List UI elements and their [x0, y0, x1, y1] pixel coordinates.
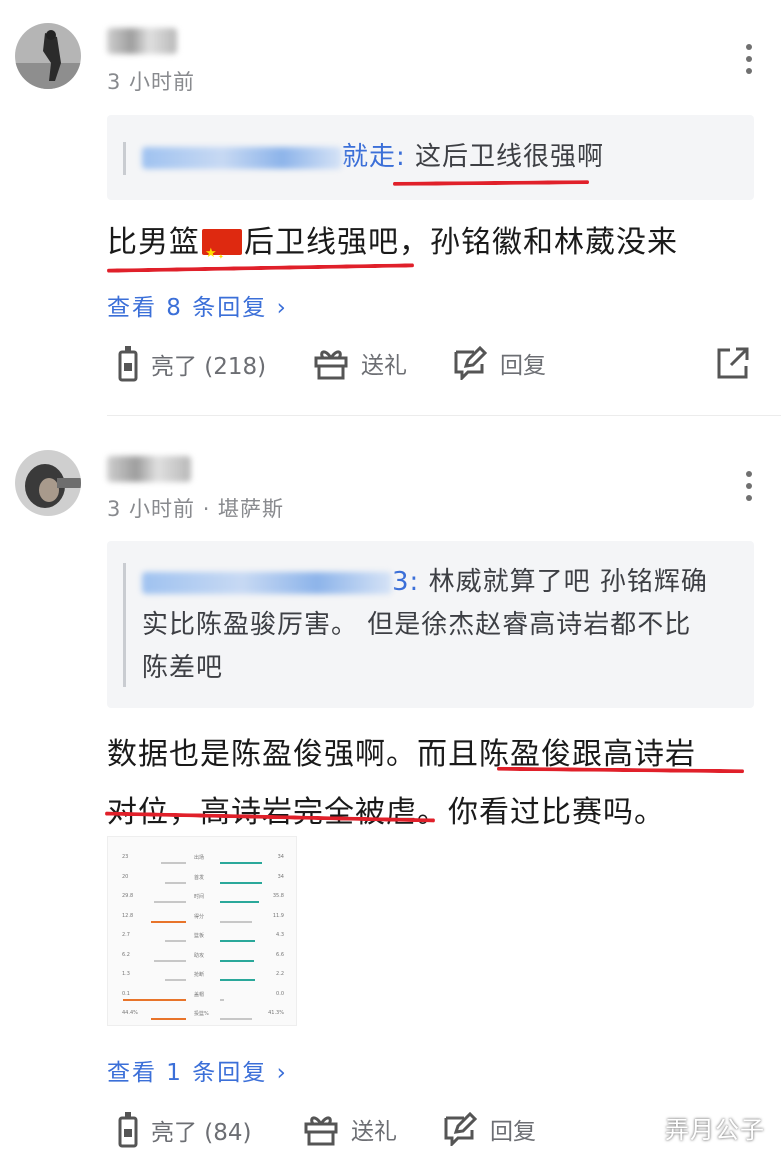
stats-right-bar: [220, 920, 252, 923]
view-replies-link[interactable]: 查看 8 条回复 ›: [107, 288, 288, 322]
stats-right-bar: [220, 901, 259, 903]
stats-right-bar: [220, 1018, 252, 1020]
like-button[interactable]: 亮了 (84): [117, 1112, 252, 1148]
stats-left-value: 44.4%: [122, 1010, 138, 1016]
stats-left-value: 2.7: [122, 932, 130, 938]
china-flag-icon: [202, 227, 242, 284]
stats-left-bar: [151, 1018, 186, 1020]
stats-right-value: 34: [277, 854, 284, 860]
stats-left-bar: [165, 881, 186, 884]
stats-left-bar: [165, 979, 186, 981]
stats-right-value: 6.6: [276, 951, 284, 958]
stats-left-bar: [123, 998, 186, 1001]
comment-2: 3 小时前 · 堪萨斯 3: 林威就算了吧 孙铭辉确 实比陈盈骏厉害。 但是徐杰…: [0, 416, 781, 1155]
stats-row: 6.2 助攻 6.6: [108, 949, 296, 965]
comment-1: 3 小时前 就走: 这后卫线很强啊 比男篮后卫线强吧，孙铭徽和林葳没来 查看 8…: [0, 0, 781, 415]
stats-left-value: 0.1: [122, 990, 130, 997]
gift-button[interactable]: 送礼: [303, 1112, 397, 1146]
stats-right-bar: [220, 940, 255, 942]
stats-right-value: 41.3%: [268, 1010, 284, 1016]
stats-right-bar: [220, 998, 224, 1001]
comment-content: 比男篮后卫线强吧，孙铭徽和林葳没来: [107, 216, 678, 284]
stats-right-value: 35.8: [272, 893, 284, 899]
quoted-comment[interactable]: 3: 林威就算了吧 孙铭辉确 实比陈盈骏厉害。 但是徐杰赵睿高诗岩都不比 陈差吧: [107, 541, 754, 708]
stats-right-bar: [220, 862, 262, 864]
more-options-icon[interactable]: [744, 44, 754, 80]
avatar-image: [15, 450, 81, 516]
quote-bar: [123, 563, 126, 687]
more-options-icon[interactable]: [744, 471, 754, 507]
stats-right-bar: [220, 959, 254, 962]
stats-left-value: 29.8: [122, 893, 134, 899]
stats-label: 出场: [194, 855, 205, 861]
stats-left-bar: [161, 862, 186, 864]
like-button[interactable]: 亮了 (218): [117, 346, 266, 382]
reply-icon: [454, 346, 488, 380]
stats-row: 0.1 盖帽 0.0: [108, 988, 296, 1004]
stats-left-value: 23: [122, 854, 129, 860]
gift-icon: [314, 350, 348, 380]
stats-left-bar: [154, 901, 186, 903]
stats-row: 1.3 抢断 2.2: [108, 968, 296, 984]
comment-time: 3 小时前: [107, 70, 196, 94]
stats-label: 时间: [194, 894, 205, 900]
stats-left-value: 12.8: [122, 912, 134, 919]
stats-right-bar: [220, 979, 255, 981]
stats-row: 12.8 得分 11.9: [108, 910, 296, 926]
share-icon: [717, 347, 749, 379]
reply-icon: [444, 1112, 478, 1146]
stats-row: 23 出场 34: [108, 851, 296, 867]
blurred-username: [107, 27, 177, 54]
share-button[interactable]: [716, 346, 750, 384]
stats-right-value: 4.3: [276, 932, 284, 938]
gift-icon: [304, 1116, 338, 1146]
like-icon: [118, 346, 138, 382]
stats-comparison-image[interactable]: 23 出场 34 20 首发 34 29.8 时间 35.8 12.8 得分 11.9 2.7 篮板 4.3…: [107, 836, 297, 1026]
stats-label: 抢断: [194, 972, 205, 978]
stats-row: 29.8 时间 35.8: [108, 890, 296, 906]
stats-right-value: 0.0: [276, 990, 284, 997]
username[interactable]: [107, 450, 191, 485]
stats-label: 首发: [194, 874, 205, 881]
reply-button[interactable]: 回复: [452, 346, 546, 380]
stats-row: 20 首发 34: [108, 871, 296, 887]
quote-author[interactable]: 就走:: [142, 142, 406, 172]
stats-label: 助攻: [194, 952, 205, 959]
stats-row: 44.4% 投篮% 41.3%: [108, 1007, 296, 1023]
action-bar: 亮了 (218) 送礼 回复: [0, 346, 781, 386]
watermark: 弄月公子: [665, 1116, 765, 1144]
stats-right-value: 2.2: [276, 971, 284, 977]
quoted-comment[interactable]: 就走: 这后卫线很强啊: [107, 115, 754, 200]
reply-button[interactable]: 回复: [442, 1112, 536, 1146]
stats-left-bar: [151, 920, 186, 923]
stats-left-value: 1.3: [122, 971, 130, 977]
stats-right-value: 11.9: [272, 912, 284, 919]
stats-label: 得分: [194, 913, 205, 920]
stats-label: 篮板: [194, 933, 205, 939]
stats-label: 盖帽: [194, 991, 205, 998]
stats-left-value: 20: [122, 873, 129, 880]
stats-left-bar: [154, 959, 186, 962]
avatar[interactable]: [15, 23, 81, 89]
avatar-image: [15, 23, 81, 89]
action-bar: 亮了 (84) 送礼 回复: [0, 1112, 781, 1152]
stats-left-value: 6.2: [122, 951, 130, 958]
comment-time-location: 3 小时前 · 堪萨斯: [107, 497, 285, 521]
like-icon: [118, 1112, 138, 1148]
avatar[interactable]: [15, 450, 81, 516]
blurred-username: [107, 455, 191, 482]
stats-left-bar: [165, 940, 186, 942]
stats-row: 2.7 篮板 4.3: [108, 929, 296, 945]
comment-content: 数据也是陈盈俊强啊。而且陈盈俊跟高诗岩 对位，高诗岩完全被虐。你看过比赛吗。: [107, 737, 696, 830]
quote-author[interactable]: 3:: [142, 567, 419, 597]
quote-bar: [123, 142, 126, 175]
stats-label: 投篮%: [194, 1011, 209, 1017]
quote-text: 这后卫线很强啊: [415, 142, 605, 172]
gift-button[interactable]: 送礼: [313, 346, 407, 380]
stats-right-value: 34: [277, 873, 284, 880]
username[interactable]: [107, 22, 177, 57]
stats-right-bar: [220, 881, 262, 884]
view-replies-link[interactable]: 查看 1 条回复 ›: [107, 1053, 288, 1087]
